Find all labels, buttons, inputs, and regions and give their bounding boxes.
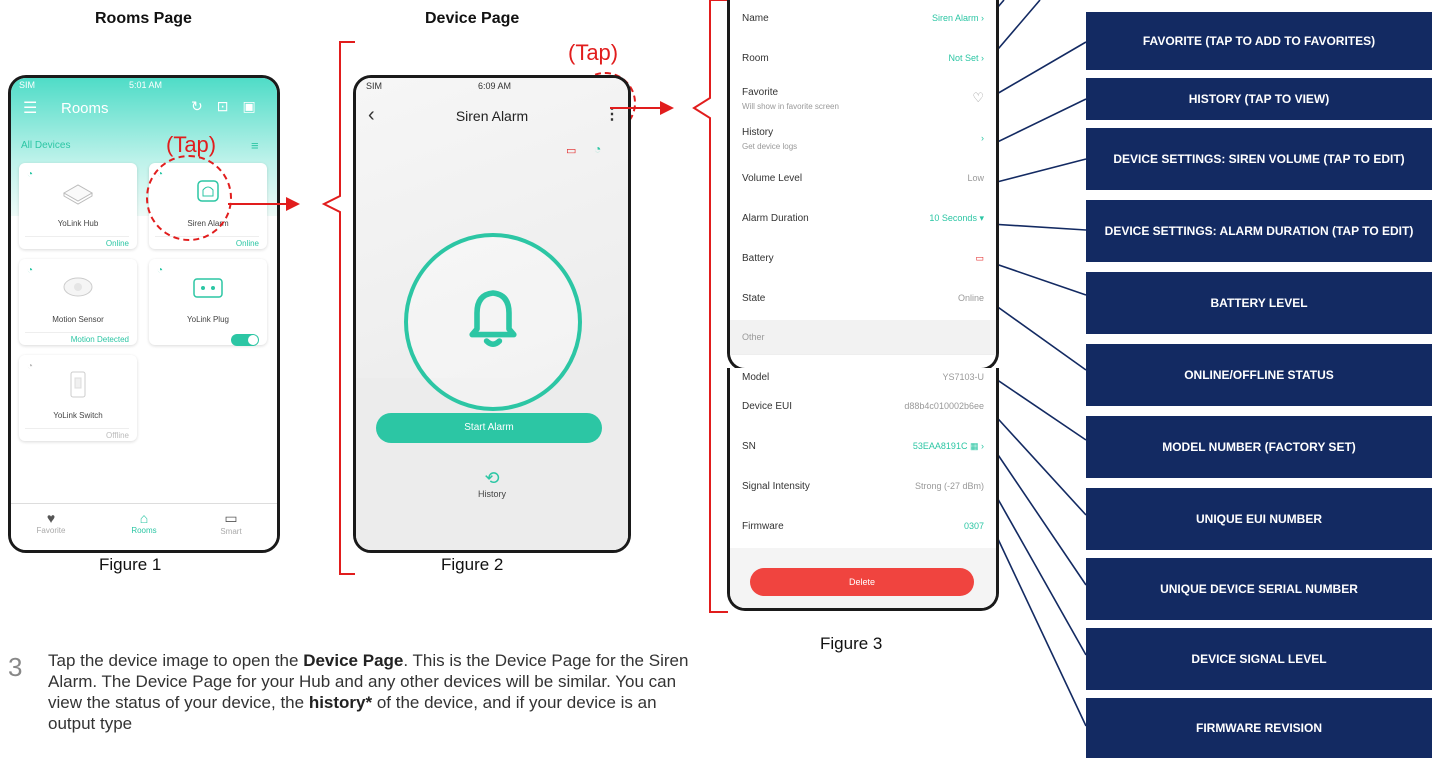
figure-2-caption: Figure 2 (441, 555, 504, 574)
section-other: Other (730, 320, 996, 355)
callout-battery: BATTERY LEVEL (1086, 272, 1432, 334)
heart-outline-icon[interactable]: ♡ (972, 90, 984, 106)
qr-code-icon: ▦ (969, 441, 979, 451)
row-favorite[interactable]: Favorite Will show in favorite screen ♡ (730, 80, 996, 121)
callout-model: MODEL NUMBER (FACTORY SET) (1086, 416, 1432, 478)
row-firmware: Firmware 0307 (730, 508, 996, 549)
callout-status: ONLINE/OFFLINE STATUS (1086, 344, 1432, 406)
caret-down-icon: ▾ (979, 213, 984, 223)
callout-eui: UNIQUE EUI NUMBER (1086, 488, 1432, 550)
row-state: State Online (730, 280, 996, 321)
battery-icon: ▭ (975, 253, 984, 263)
callout-alarm-duration: DEVICE SETTINGS: ALARM DURATION (TAP TO … (1086, 200, 1432, 262)
figure-1-caption: Figure 1 (99, 555, 162, 574)
callout-firmware: FIRMWARE REVISION (1086, 698, 1432, 758)
callout-favorite: FAVORITE (TAP TO ADD TO FAVORITES) (1086, 12, 1432, 70)
step-paragraph: Tap the device image to open the Device … (48, 651, 689, 733)
chevron-right-icon: › (981, 13, 984, 23)
callout-serial: UNIQUE DEVICE SERIAL NUMBER (1086, 558, 1432, 620)
step-number: 3 (8, 652, 23, 682)
chevron-right-icon: › (981, 133, 984, 143)
figure-3-caption: Figure 3 (820, 634, 883, 653)
details-phone-screen-lower: Model YS7103-U Device EUI d88b4c010002b6ee… (727, 368, 999, 611)
delete-button[interactable]: Delete (750, 568, 974, 596)
row-history[interactable]: History Get device logs › (730, 120, 996, 161)
row-room[interactable]: Room Not Set › (730, 40, 996, 81)
details-phone-screen: Name Siren Alarm › Room Not Set › Favorite… (727, 0, 999, 371)
row-alarm-duration[interactable]: Alarm Duration 10 Seconds ▾ (730, 200, 996, 241)
row-name[interactable]: Name Siren Alarm › (730, 0, 996, 41)
chevron-right-icon: › (981, 53, 984, 63)
row-signal-intensity: Signal Intensity Strong (-27 dBm) (730, 468, 996, 509)
callout-volume: DEVICE SETTINGS: SIREN VOLUME (TAP TO ED… (1086, 128, 1432, 190)
row-battery: Battery ▭ (730, 240, 996, 281)
callout-signal: DEVICE SIGNAL LEVEL (1086, 628, 1432, 690)
row-sn[interactable]: SN 53EAA8191C ▦ › (730, 428, 996, 469)
row-volume-level[interactable]: Volume Level Low (730, 160, 996, 201)
chevron-right-icon: › (981, 441, 984, 451)
callout-history: HISTORY (TAP TO VIEW) (1086, 78, 1432, 120)
row-device-eui: Device EUI d88b4c010002b6ee (730, 388, 996, 429)
